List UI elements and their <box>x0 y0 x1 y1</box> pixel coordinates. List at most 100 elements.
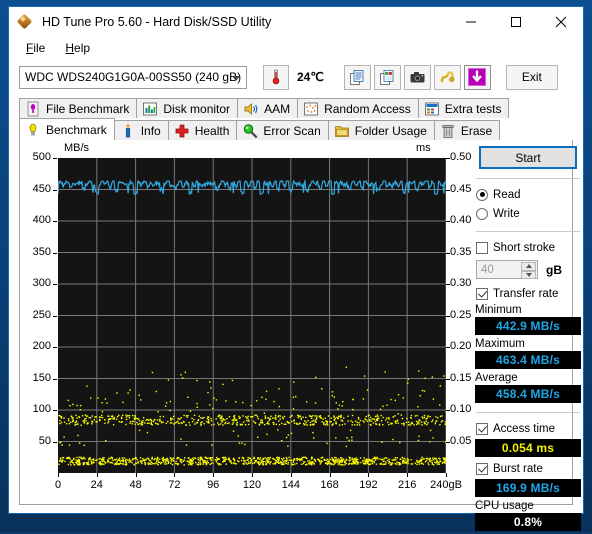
copy-image-icon[interactable] <box>374 65 401 90</box>
chart-xtick-mark <box>330 473 331 477</box>
tab-folder-usage[interactable]: Folder Usage <box>328 120 435 140</box>
download-arrow-icon[interactable] <box>464 65 491 90</box>
cable-icon[interactable] <box>434 65 461 90</box>
hdtune-diamond-icon <box>18 14 34 30</box>
benchmark-chart: MB/s ms 501001502002503003504004505000.0… <box>20 140 470 490</box>
tab-disk-monitor-label: Disk monitor <box>163 103 230 115</box>
chart-xtick: 0 <box>36 479 80 491</box>
transfer-rate-row[interactable]: Transfer rate <box>470 285 586 302</box>
chart-ytick-mark-right <box>446 442 450 443</box>
tab-error-scan[interactable]: Error Scan <box>236 120 328 140</box>
tab-health-label: Health <box>195 125 230 137</box>
chart-xtick: 48 <box>114 479 158 491</box>
write-radio-label: Write <box>493 208 520 220</box>
chart-xtick-mark <box>446 473 447 477</box>
minimum-label: Minimum <box>470 304 586 316</box>
chart-xtick-mark <box>252 473 253 477</box>
burst-rate-checkbox[interactable] <box>476 463 488 475</box>
copy-text-icon[interactable] <box>344 65 371 90</box>
tab-info-label: Info <box>141 125 161 137</box>
chart-xtick-mark <box>136 473 137 477</box>
chart-ytick-left: 50 <box>21 435 51 447</box>
chart-xtick-mark <box>174 473 175 477</box>
short-stroke-stepper-row: 40 gB <box>470 260 586 279</box>
short-stroke-stepper[interactable]: 40 <box>476 260 538 279</box>
tab-benchmark-label: Benchmark <box>46 124 107 136</box>
chart-xtick-mark <box>58 473 59 477</box>
short-stroke-value: 40 <box>477 264 494 276</box>
chart-xtick-mark <box>213 473 214 477</box>
menu-item-file-label: ile <box>33 41 45 55</box>
maximize-button[interactable] <box>493 7 538 37</box>
menu-item-help[interactable]: Help <box>56 39 99 57</box>
tab-disk-monitor[interactable]: Disk monitor <box>136 98 238 118</box>
chart-ytick-mark-right <box>446 221 450 222</box>
tab-erase[interactable]: Erase <box>434 120 500 140</box>
benchmark-panel: MB/s ms 501001502002503003504004505000.0… <box>19 140 573 505</box>
minimize-button[interactable] <box>448 7 493 37</box>
benchmark-bulb-icon <box>25 122 41 138</box>
chart-ytick-left: 450 <box>21 183 51 195</box>
transfer-rate-label: Transfer rate <box>493 288 558 300</box>
drive-select[interactable]: WDC WDS240G1G0A-00SS50 (240 gB) <box>19 66 247 89</box>
transfer-rate-checkbox[interactable] <box>476 288 488 300</box>
chart-ytick-mark-left <box>53 442 57 443</box>
chart-ylabel-left: MB/s <box>64 142 89 154</box>
random-access-icon <box>303 101 319 117</box>
chart-ytick-mark-left <box>53 221 57 222</box>
toolbar: WDC WDS240G1G0A-00SS50 (240 gB) 24℃ <box>9 59 583 95</box>
access-time-checkbox[interactable] <box>476 423 488 435</box>
chart-xtick-mark <box>291 473 292 477</box>
chart-ytick-left: 250 <box>21 309 51 321</box>
access-time-value: 0.054 ms <box>475 439 581 457</box>
close-button[interactable] <box>538 7 583 37</box>
exit-button[interactable]: Exit <box>506 65 558 90</box>
chart-ytick-left: 400 <box>21 214 51 226</box>
short-stroke-row[interactable]: Short stroke <box>470 239 586 256</box>
divider-1 <box>476 178 580 179</box>
chart-ytick-mark-left <box>53 347 57 348</box>
tab-folder-usage-label: Folder Usage <box>355 125 427 137</box>
burst-rate-row[interactable]: Burst rate <box>470 460 586 477</box>
chart-ytick-mark-right <box>446 190 450 191</box>
error-scan-magnifier-icon <box>242 123 258 139</box>
read-radio[interactable] <box>476 189 488 201</box>
write-radio[interactable] <box>476 208 488 220</box>
chart-ytick-mark-left <box>53 284 57 285</box>
access-time-row[interactable]: Access time <box>470 420 586 437</box>
access-time-label: Access time <box>493 423 555 435</box>
stepper-up-button[interactable] <box>521 262 536 271</box>
chart-xtick: 192 <box>346 479 390 491</box>
thermometer-icon <box>263 65 289 90</box>
exit-button-label: Exit <box>522 70 542 84</box>
tab-info[interactable]: Info <box>114 120 169 140</box>
disk-monitor-icon <box>142 101 158 117</box>
tab-row-2: Benchmark Info Health <box>19 118 573 140</box>
tab-file-benchmark[interactable]: File Benchmark <box>19 98 137 118</box>
tab-benchmark[interactable]: Benchmark <box>19 118 115 140</box>
chart-ytick-mark-left <box>53 158 57 159</box>
maximum-label: Maximum <box>470 338 586 350</box>
stepper-down-button[interactable] <box>521 271 536 280</box>
screenshot-camera-icon[interactable] <box>404 65 431 90</box>
short-stroke-checkbox[interactable] <box>476 242 488 254</box>
chart-plot-area <box>57 157 447 474</box>
chart-ytick-mark-left <box>53 379 57 380</box>
tab-aam[interactable]: AAM <box>237 98 298 118</box>
chart-xtick-mark <box>368 473 369 477</box>
tab-random-access[interactable]: Random Access <box>297 98 419 118</box>
divider-3 <box>476 412 580 413</box>
chart-xtick-mark <box>97 473 98 477</box>
write-radio-row[interactable]: Write <box>470 205 586 222</box>
read-radio-row[interactable]: Read <box>470 186 586 203</box>
start-button-label: Start <box>515 151 540 165</box>
chart-ytick-left: 350 <box>21 246 51 258</box>
start-button[interactable]: Start <box>479 146 577 169</box>
tab-health[interactable]: Health <box>168 120 238 140</box>
file-benchmark-icon <box>25 101 41 117</box>
menu-item-file[interactable]: File <box>17 39 54 57</box>
stepper-buttons <box>521 262 536 279</box>
chart-ylabel-right: ms <box>416 142 431 154</box>
tab-extra-tests[interactable]: Extra tests <box>418 98 510 118</box>
chart-xtick: 96 <box>191 479 235 491</box>
